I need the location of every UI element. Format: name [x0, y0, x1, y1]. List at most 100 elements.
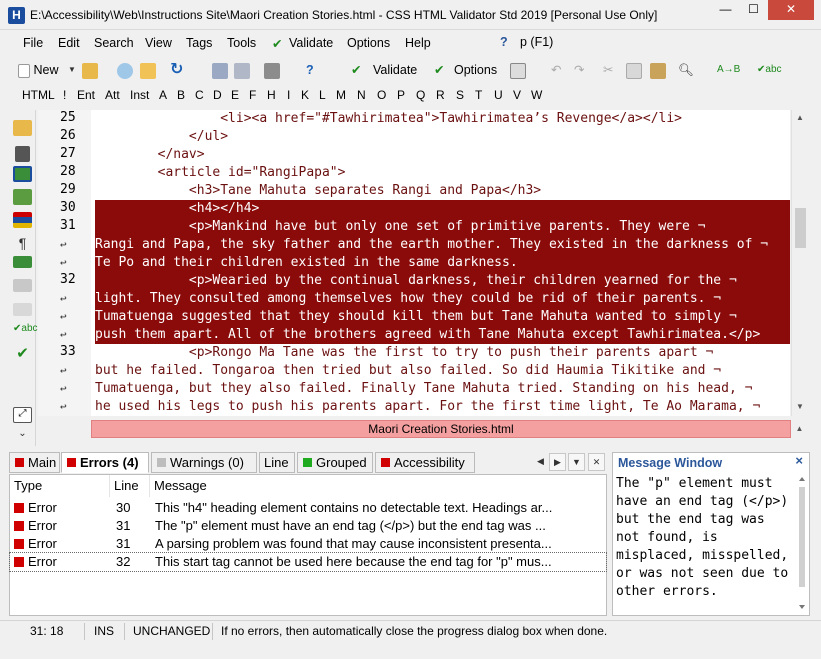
tag-q[interactable]: Q: [416, 88, 425, 102]
file-tab[interactable]: Maori Creation Stories.html: [91, 420, 791, 438]
tag-f[interactable]: F: [249, 88, 256, 102]
tab-list-icon[interactable]: ▼: [568, 453, 585, 471]
close-button[interactable]: ✕: [768, 0, 814, 20]
align-left-icon[interactable]: [13, 256, 32, 268]
new-button[interactable]: New: [18, 60, 59, 80]
tag-comment[interactable]: !: [63, 88, 66, 102]
tag-i[interactable]: I: [287, 88, 290, 102]
save-all-button[interactable]: [234, 60, 250, 80]
tag-c[interactable]: C: [195, 88, 204, 102]
binoculars-icon[interactable]: [15, 146, 30, 162]
table-row[interactable]: Error 31 The "p" element must have an en…: [10, 517, 606, 535]
folder-button[interactable]: [140, 60, 156, 80]
document-check-button[interactable]: [510, 60, 526, 80]
tag-att[interactable]: Att: [105, 88, 120, 102]
find-icon[interactable]: 🔍︎: [678, 60, 694, 80]
tab-grouped[interactable]: Grouped: [297, 452, 373, 473]
tag-d[interactable]: D: [213, 88, 222, 102]
open-folder-button[interactable]: [82, 60, 98, 80]
minimize-button[interactable]: —: [712, 0, 739, 20]
scroll-down-icon[interactable]: ▼: [796, 402, 804, 411]
menu-help[interactable]: Help: [405, 36, 431, 50]
table-icon[interactable]: [13, 279, 32, 292]
code-editor[interactable]: <li><a href="#Tawhirimatea">Tawhirimatea…: [91, 110, 790, 416]
tab-accessibility[interactable]: Accessibility: [375, 452, 475, 473]
tag-u[interactable]: U: [494, 88, 503, 102]
tag-l[interactable]: L: [319, 88, 326, 102]
folder-icon[interactable]: [13, 120, 32, 136]
tag-t[interactable]: T: [475, 88, 482, 102]
refresh-icon[interactable]: ↻: [170, 60, 183, 80]
table-row[interactable]: Error 31 A parsing problem was found tha…: [10, 535, 606, 553]
menu-tags[interactable]: Tags: [186, 36, 212, 50]
copy-button[interactable]: [626, 60, 642, 80]
tag-m[interactable]: M: [336, 88, 346, 102]
replace-icon[interactable]: A→B: [717, 60, 740, 80]
tag-html[interactable]: HTML: [22, 88, 55, 102]
tab-warnings[interactable]: Warnings (0): [151, 452, 257, 473]
scroll-thumb[interactable]: [795, 208, 806, 248]
undo-icon[interactable]: ↶: [551, 60, 561, 80]
color-bars-icon[interactable]: [13, 212, 32, 228]
menu-view[interactable]: View: [145, 36, 172, 50]
tag-h[interactable]: H: [267, 88, 276, 102]
outline-icon[interactable]: [13, 189, 32, 205]
tag-s[interactable]: S: [456, 88, 464, 102]
expand-icon[interactable]: ⤢: [13, 407, 32, 423]
close-panel-icon[interactable]: ✕: [588, 453, 605, 471]
menu-tools[interactable]: Tools: [227, 36, 256, 50]
tag-r[interactable]: R: [436, 88, 445, 102]
spell-check-icon[interactable]: ✔abc: [13, 323, 38, 339]
redo-icon[interactable]: ↷: [574, 60, 584, 80]
tag-ent[interactable]: Ent: [77, 88, 95, 102]
tab-errors[interactable]: Errors (4): [61, 452, 149, 473]
menu-options[interactable]: Options: [347, 36, 390, 50]
menu-edit[interactable]: Edit: [58, 36, 80, 50]
chevron-down-icon[interactable]: ▼: [68, 60, 76, 80]
maximize-button[interactable]: ☐: [740, 0, 767, 20]
close-icon[interactable]: ×: [795, 453, 803, 468]
scroll-up-icon[interactable]: ▲: [796, 113, 804, 122]
paragraph-icon[interactable]: ¶: [13, 235, 32, 251]
save-button[interactable]: [212, 60, 228, 80]
help-context[interactable]: p (F1): [520, 35, 553, 49]
tab-scroll-right-icon[interactable]: ▶: [549, 453, 566, 471]
tag-a[interactable]: A: [159, 88, 167, 102]
menu-file[interactable]: File: [23, 36, 43, 50]
list-icon[interactable]: [13, 166, 32, 182]
menu-search[interactable]: Search: [94, 36, 134, 50]
code-line: <p>Mankind have but only one set of prim…: [95, 219, 706, 234]
chevron-down-icon[interactable]: ⌄: [13, 428, 32, 444]
spell-check-icon[interactable]: ✔abc: [757, 60, 782, 80]
validate-check-icon[interactable]: ✔: [13, 344, 32, 362]
chevron-up-icon[interactable]: ▲: [791, 420, 808, 438]
tab-scroll-left-icon[interactable]: ◀: [532, 453, 549, 471]
table-row[interactable]: Error 30 This "h4" heading element conta…: [10, 499, 606, 517]
help-icon[interactable]: ?: [306, 60, 314, 80]
tab-line[interactable]: Line: [259, 452, 295, 473]
cut-icon[interactable]: ✂: [603, 60, 613, 80]
validate-button[interactable]: Validate: [373, 60, 417, 80]
tag-e[interactable]: E: [231, 88, 239, 102]
tag-o[interactable]: O: [377, 88, 386, 102]
print-button[interactable]: [264, 60, 280, 80]
editor-scrollbar[interactable]: ▲ ▼: [791, 110, 808, 416]
cloud-button[interactable]: [117, 60, 133, 80]
tag-inst[interactable]: Inst: [130, 88, 149, 102]
tag-w[interactable]: W: [531, 88, 542, 102]
message-scrollbar[interactable]: [796, 475, 808, 613]
grid-icon[interactable]: [13, 303, 32, 316]
col-message-header[interactable]: Message: [150, 475, 606, 497]
tag-k[interactable]: K: [301, 88, 309, 102]
tab-main[interactable]: Main: [9, 452, 60, 473]
col-line-header[interactable]: Line: [110, 475, 150, 497]
col-type-header[interactable]: Type: [10, 475, 110, 497]
options-button[interactable]: Options: [454, 60, 497, 80]
tag-p[interactable]: P: [397, 88, 405, 102]
paste-button[interactable]: [650, 60, 666, 80]
tag-n[interactable]: N: [357, 88, 366, 102]
tag-b[interactable]: B: [177, 88, 185, 102]
tag-v[interactable]: V: [513, 88, 521, 102]
table-row[interactable]: Error 32 This start tag cannot be used h…: [9, 552, 607, 572]
menu-validate[interactable]: Validate: [289, 36, 333, 50]
